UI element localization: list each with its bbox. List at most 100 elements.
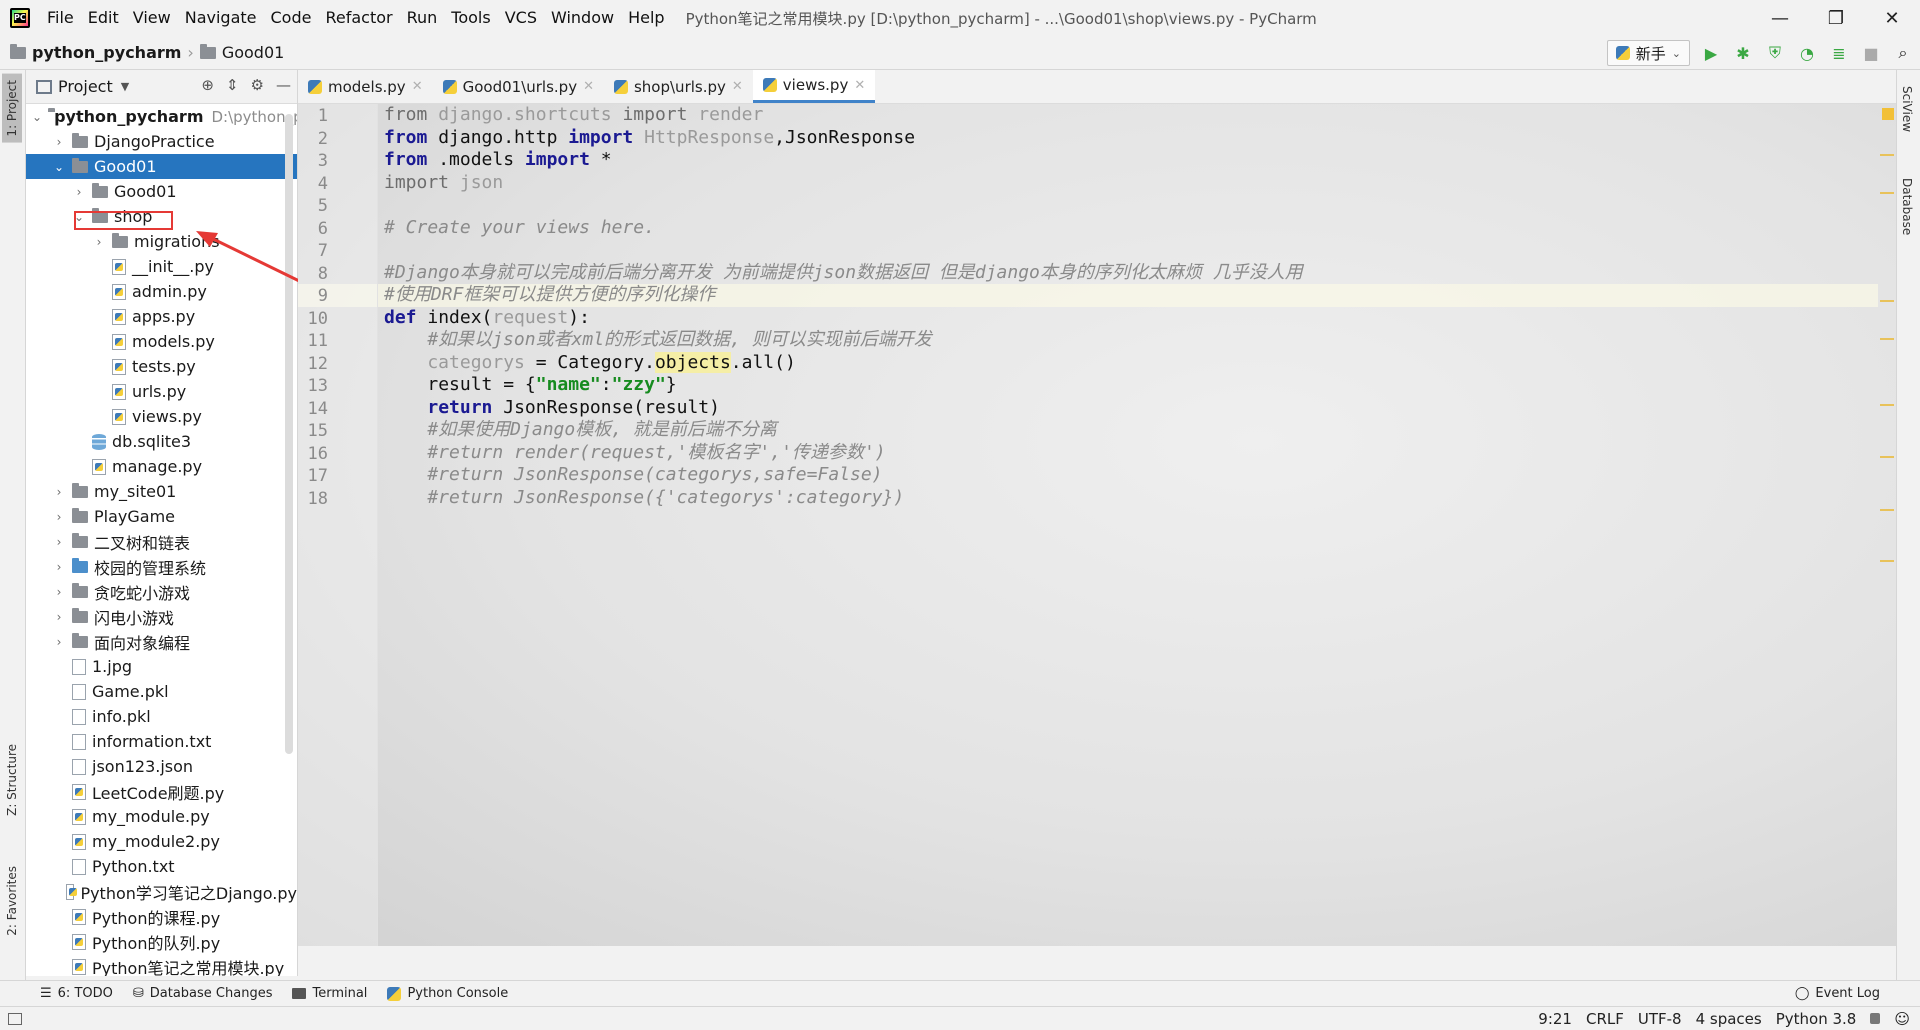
locate-icon[interactable]: ⊕ bbox=[201, 76, 214, 94]
tree-item[interactable]: __init__.py bbox=[26, 254, 297, 279]
tree-item[interactable]: Python的队列.py bbox=[26, 929, 297, 954]
warning-indicator-icon[interactable] bbox=[1882, 108, 1894, 120]
menu-code[interactable]: Code bbox=[264, 0, 319, 36]
stripe-mark[interactable] bbox=[1880, 456, 1894, 458]
breadcrumb-folder[interactable]: Good01 bbox=[222, 43, 285, 62]
code-line[interactable]: from django.http import HttpResponse,Jso… bbox=[384, 127, 915, 150]
chevron-right-icon[interactable]: › bbox=[52, 135, 66, 149]
code-line[interactable]: #如果以json或者xml的形式返回数据, 则可以实现前后端开发 bbox=[384, 329, 931, 352]
close-button[interactable]: ✕ bbox=[1864, 0, 1920, 36]
tree-item[interactable]: LeetCode刷题.py bbox=[26, 779, 297, 804]
code-line[interactable]: # Create your views here. bbox=[384, 217, 655, 240]
chevron-down-icon[interactable]: ⌄ bbox=[52, 160, 66, 174]
menu-vcs[interactable]: VCS bbox=[498, 0, 544, 36]
line-number[interactable]: 9 bbox=[298, 286, 328, 306]
line-number[interactable]: 14 bbox=[298, 399, 328, 419]
debug-icon[interactable]: ✱ bbox=[1732, 42, 1754, 64]
stripe-mark[interactable] bbox=[1880, 509, 1894, 511]
code-line[interactable]: #如果使用Django模板, 就是前后端不分离 bbox=[384, 419, 777, 442]
line-number[interactable]: 17 bbox=[298, 466, 328, 486]
concurrency-icon[interactable]: ≣ bbox=[1828, 42, 1850, 64]
stripe-mark[interactable] bbox=[1880, 560, 1894, 562]
interpreter[interactable]: Python 3.8 bbox=[1776, 1010, 1857, 1028]
menu-edit[interactable]: Edit bbox=[81, 0, 126, 36]
caret-position[interactable]: 9:21 bbox=[1538, 1010, 1572, 1028]
code-line[interactable]: #Django本身就可以完成前后端分离开发 为前端提供json数据返回 但是dj… bbox=[384, 262, 1303, 285]
tree-item[interactable]: 1.jpg bbox=[26, 654, 297, 679]
menu-run[interactable]: Run bbox=[400, 0, 445, 36]
tree-item[interactable]: my_module.py bbox=[26, 804, 297, 829]
tree-item[interactable]: admin.py bbox=[26, 279, 297, 304]
favorites-tool-tab[interactable]: 2: Favorites bbox=[2, 860, 22, 942]
line-number[interactable]: 1 bbox=[298, 106, 328, 126]
tree-item[interactable]: db.sqlite3 bbox=[26, 429, 297, 454]
line-number[interactable]: 16 bbox=[298, 444, 328, 464]
chevron-right-icon[interactable]: › bbox=[52, 610, 66, 624]
line-number[interactable]: 7 bbox=[298, 241, 328, 261]
code-line[interactable]: #使用DRF框架可以提供方便的序列化操作 bbox=[384, 284, 715, 307]
menu-window[interactable]: Window bbox=[544, 0, 621, 36]
tree-item[interactable]: Game.pkl bbox=[26, 679, 297, 704]
database-tool-tab[interactable]: Database bbox=[1900, 178, 1914, 235]
tree-item[interactable]: › my_site01 bbox=[26, 479, 297, 504]
chevron-right-icon[interactable]: › bbox=[52, 485, 66, 499]
structure-tool-tab[interactable]: Z: Structure bbox=[2, 738, 22, 822]
stripe-mark[interactable] bbox=[1880, 404, 1894, 406]
tree-item[interactable]: › Good01 bbox=[26, 179, 297, 204]
python-console-button[interactable]: Python Console bbox=[387, 986, 508, 1001]
tree-item[interactable]: info.pkl bbox=[26, 704, 297, 729]
tree-scrollbar[interactable] bbox=[285, 114, 293, 754]
tree-item[interactable]: tests.py bbox=[26, 354, 297, 379]
editor-tab[interactable]: views.py ✕ bbox=[752, 70, 876, 103]
menu-navigate[interactable]: Navigate bbox=[178, 0, 264, 36]
minimize-button[interactable]: — bbox=[1752, 0, 1808, 36]
tree-item[interactable]: my_module2.py bbox=[26, 829, 297, 854]
error-stripe[interactable] bbox=[1878, 104, 1896, 946]
tree-item[interactable]: › 贪吃蛇小游戏 bbox=[26, 579, 297, 604]
menu-refactor[interactable]: Refactor bbox=[318, 0, 399, 36]
stripe-mark[interactable] bbox=[1880, 192, 1894, 194]
chevron-right-icon[interactable]: › bbox=[52, 560, 66, 574]
run-config-select[interactable]: 新手 ⌄ bbox=[1606, 40, 1690, 66]
profile-icon[interactable]: ◔ bbox=[1796, 42, 1818, 64]
breadcrumb-project[interactable]: python_pycharm bbox=[32, 43, 181, 62]
code-line[interactable]: categorys = Category.objects.all() bbox=[384, 351, 796, 375]
code-line[interactable]: def index(request): bbox=[384, 307, 590, 330]
tree-item[interactable]: json123.json bbox=[26, 754, 297, 779]
close-tab-icon[interactable]: ✕ bbox=[412, 79, 423, 94]
stripe-mark[interactable] bbox=[1880, 300, 1894, 302]
line-number[interactable]: 11 bbox=[298, 331, 328, 351]
tree-item[interactable]: ⌄ Good01 bbox=[26, 154, 297, 179]
run-icon[interactable]: ▶ bbox=[1700, 42, 1722, 64]
coverage-icon[interactable]: ⛨ bbox=[1764, 42, 1786, 64]
tree-root[interactable]: ⌄ python_pycharm D:\python_p bbox=[26, 104, 297, 129]
line-number[interactable]: 10 bbox=[298, 309, 328, 329]
database-changes-button[interactable]: ⛁ Database Changes bbox=[133, 986, 273, 1001]
chevron-right-icon[interactable]: › bbox=[52, 535, 66, 549]
event-log-button[interactable]: ◯ Event Log bbox=[1795, 986, 1880, 1001]
chevron-right-icon[interactable]: › bbox=[52, 585, 66, 599]
tree-item[interactable]: › PlayGame bbox=[26, 504, 297, 529]
line-number[interactable]: 15 bbox=[298, 421, 328, 441]
code-line[interactable]: from .models import * bbox=[384, 149, 612, 172]
tree-item[interactable]: › 面向对象编程 bbox=[26, 629, 297, 654]
tree-item[interactable]: manage.py bbox=[26, 454, 297, 479]
tree-item[interactable]: › migrations bbox=[26, 229, 297, 254]
terminal-button[interactable]: Terminal bbox=[292, 986, 367, 1001]
close-tab-icon[interactable]: ✕ bbox=[854, 78, 865, 93]
code-line[interactable]: #return render(request,'模板名字','传递参数') bbox=[384, 442, 885, 465]
tree-item[interactable]: Python的课程.py bbox=[26, 904, 297, 929]
indent-setting[interactable]: 4 spaces bbox=[1696, 1010, 1762, 1028]
code-editor[interactable]: 1 2 3 4 5 6 7 8 9 10 11 12 13 14 15 16 17 18 from django.… bbox=[298, 104, 1896, 946]
inspector-icon[interactable]: ☺ bbox=[1894, 1010, 1910, 1028]
tree-item[interactable]: › 二叉树和链表 bbox=[26, 529, 297, 554]
menu-view[interactable]: View bbox=[126, 0, 178, 36]
code-line[interactable]: #return JsonResponse({'categorys':catego… bbox=[384, 487, 904, 510]
stop-icon[interactable]: ■ bbox=[1860, 42, 1882, 64]
close-tab-icon[interactable]: ✕ bbox=[583, 79, 594, 94]
code-line[interactable]: return JsonResponse(result) bbox=[384, 397, 720, 420]
line-number[interactable]: 3 bbox=[298, 151, 328, 171]
stripe-mark[interactable] bbox=[1880, 154, 1894, 156]
stripe-mark[interactable] bbox=[1880, 338, 1894, 340]
collapse-all-icon[interactable]: ⇕ bbox=[226, 76, 239, 94]
